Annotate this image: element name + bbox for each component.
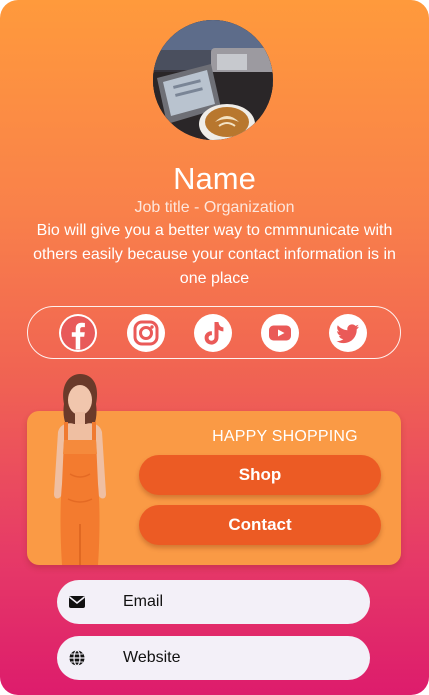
- social-links-bar: [27, 306, 401, 359]
- profile-card: Name Job title - Organization Bio will g…: [0, 0, 429, 695]
- model-figure: [54, 374, 106, 565]
- job-title: Job title - Organization: [134, 199, 295, 216]
- email-link[interactable]: Email: [57, 580, 370, 624]
- email-label: Email: [123, 593, 164, 610]
- tiktok-button[interactable]: [194, 314, 232, 352]
- website-label: Website: [123, 649, 181, 666]
- globe-icon: [67, 648, 87, 668]
- facebook-button[interactable]: [59, 314, 97, 352]
- twitter-button[interactable]: [329, 314, 367, 352]
- model-image: [34, 374, 126, 565]
- website-link[interactable]: Website: [57, 636, 370, 680]
- avatar: [153, 20, 273, 140]
- tiktok-icon: [204, 322, 224, 345]
- instagram-icon: [133, 320, 159, 346]
- twitter-icon: [336, 324, 359, 344]
- contact-button[interactable]: Contact: [139, 505, 381, 545]
- youtube-icon: [269, 325, 291, 341]
- promo-title: HAPPY SHOPPING: [212, 428, 358, 445]
- envelope-icon: [67, 592, 87, 612]
- profile-name: Name: [173, 161, 256, 196]
- facebook-icon: [61, 316, 95, 350]
- youtube-button[interactable]: [261, 314, 299, 352]
- avatar-photo: [153, 20, 273, 140]
- shop-button[interactable]: Shop: [139, 455, 381, 495]
- bio-text: Bio will give you a better way to cmmnun…: [33, 222, 396, 287]
- instagram-button[interactable]: [127, 314, 165, 352]
